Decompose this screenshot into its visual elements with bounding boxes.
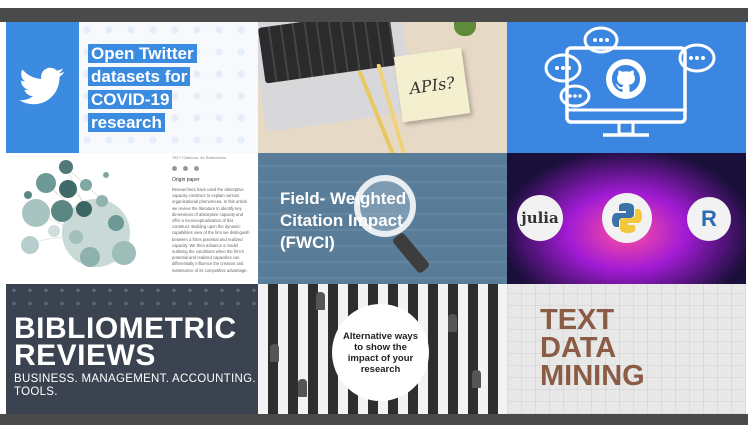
plant-image (454, 22, 476, 36)
bibliometric-subtitle: BUSINESS. MANAGEMENT. ACCOUNTING. TOOLS. (14, 373, 256, 399)
pedestrian-image (472, 370, 481, 388)
keyboard-image (258, 22, 397, 84)
twitter-bird-icon (19, 67, 65, 105)
paper-actions (172, 166, 252, 171)
bibliometric-title-line: REVIEWS (14, 339, 156, 372)
text-data-mining-title: TEXT DATA MINING (540, 304, 645, 392)
fwci-title-line: Citation Impact (280, 211, 403, 230)
alternative-metrics-text: Alternative ways to show the impact of y… (343, 330, 418, 375)
r-label: R (701, 206, 717, 231)
pedestrian-image (316, 292, 325, 310)
paper-abstract: Researchers have used the absorptive cap… (172, 187, 250, 273)
paper-detail-panel: TAT? Citations, 44 References Origin pap… (166, 153, 258, 284)
tile-programming-languages[interactable]: julia R python (507, 153, 746, 284)
tile-github[interactable] (507, 22, 746, 153)
pedestrian-image (270, 344, 279, 362)
bibliometric-subtitle-line: TOOLS. (14, 386, 58, 398)
paper-citation-count: TAT? Citations, 44 References (172, 155, 227, 160)
bookmark-icon (183, 166, 188, 171)
tile-bibliometric-reviews[interactable]: BIBLIOMETRIC REVIEWS BUSINESS. MANAGEMEN… (6, 284, 258, 414)
bibliometric-title: BIBLIOMETRIC REVIEWS (14, 312, 237, 372)
twitter-title-line: Open Twitter (88, 44, 197, 63)
twitter-logo-panel (6, 22, 79, 153)
tdm-title-line: DATA (540, 332, 617, 364)
bottom-bar (0, 414, 748, 425)
sticky-note: APIs? (393, 47, 471, 123)
tile-text-data-mining[interactable]: TEXT DATA MINING (507, 284, 746, 414)
twitter-title-line: datasets for (88, 67, 191, 86)
bibliometric-title-line: BIBLIOMETRIC (14, 312, 237, 345)
share-icon (172, 166, 177, 171)
tile-origin-paper[interactable]: TAT? Citations, 44 References Origin pap… (6, 153, 258, 284)
tile-grid: Open Twitter datasets for COVID-19 resea… (6, 22, 746, 414)
tile-alternative-metrics[interactable]: Alternative ways to show the impact of y… (258, 284, 507, 414)
sticky-note-text: APIs? (408, 72, 456, 98)
twitter-title-line: research (88, 113, 165, 132)
top-bar (0, 8, 748, 22)
tile-twitter-datasets[interactable]: Open Twitter datasets for COVID-19 resea… (6, 22, 258, 153)
github-monitor-illustration (544, 26, 716, 137)
fwci-title-line: (FWCI) (280, 233, 335, 252)
tdm-title-line: MINING (540, 360, 645, 392)
python-icon (612, 203, 642, 233)
alternative-metrics-badge: Alternative ways to show the impact of y… (332, 304, 429, 401)
python-logo (602, 193, 652, 243)
bibliometric-subtitle-line: BUSINESS. MANAGEMENT. ACCOUNTING. (14, 373, 256, 385)
tile-apis[interactable]: APIs? (258, 22, 507, 153)
twitter-title: Open Twitter datasets for COVID-19 resea… (88, 42, 248, 134)
julia-logo: julia (517, 195, 563, 241)
citation-network-graph (21, 160, 136, 267)
network-nodes (21, 160, 136, 267)
page-frame: Open Twitter datasets for COVID-19 resea… (0, 0, 748, 425)
download-icon (194, 166, 199, 171)
r-logo: R (687, 197, 731, 241)
fwci-title: Field- Weighted Citation Impact (FWCI) (280, 188, 406, 254)
pedestrian-image (448, 314, 457, 332)
fwci-title-line: Field- Weighted (280, 189, 407, 208)
tdm-title-line: TEXT (540, 304, 615, 336)
twitter-title-line: COVID-19 (88, 90, 173, 109)
tile-fwci[interactable]: Field- Weighted Citation Impact (FWCI) (258, 153, 507, 284)
network-pattern (6, 284, 258, 310)
julia-label: julia (521, 209, 559, 227)
paper-label: Origin paper (172, 177, 200, 183)
pedestrian-image (298, 379, 307, 397)
